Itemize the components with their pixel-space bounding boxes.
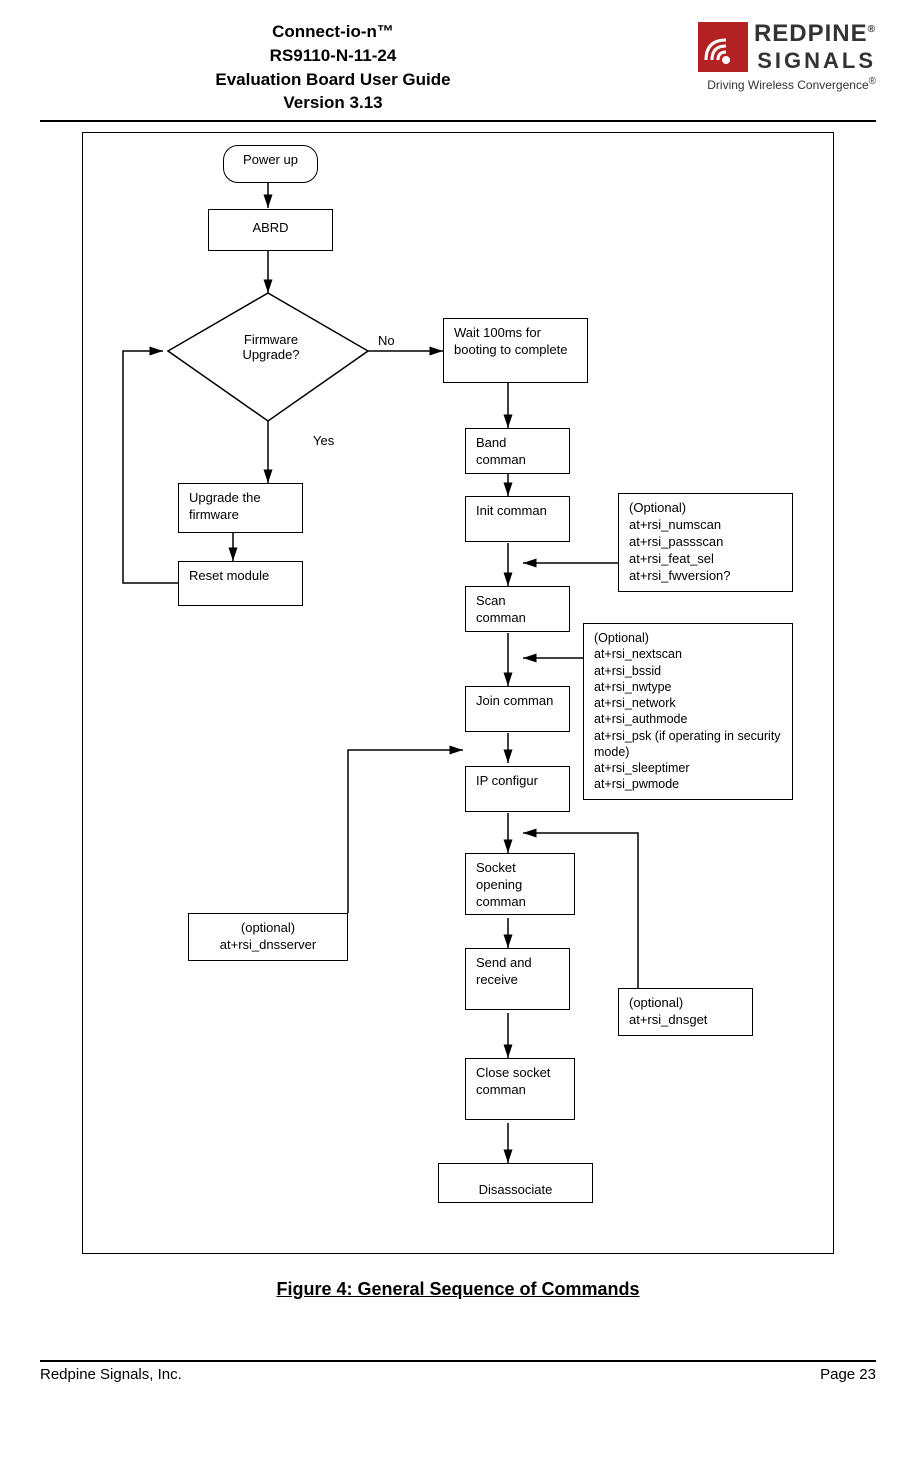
page-header: Connect-io-n™ RS9110-N-11-24 Evaluation … — [40, 20, 876, 122]
title-line4: Version 3.13 — [40, 91, 626, 115]
node-band-cmd: Band comman — [465, 428, 570, 474]
node-disassociate: Disassociate — [438, 1163, 593, 1203]
logo-text-main: REDPINE — [754, 20, 868, 47]
node-wait-boot: Wait 100ms for booting to complete — [443, 318, 588, 383]
node-abrd: ABRD — [208, 209, 333, 251]
node-power-up: Power up — [223, 145, 318, 183]
title-line1: Connect-io-n™ — [40, 20, 626, 44]
node-ip-config: IP configur — [465, 766, 570, 812]
redpine-logo-icon — [698, 22, 748, 72]
doc-title-block: Connect-io-n™ RS9110-N-11-24 Evaluation … — [40, 20, 626, 115]
footer-company: Redpine Signals, Inc. — [40, 1366, 182, 1383]
node-join-cmd: Join comman — [465, 686, 570, 732]
node-optional-dnsget: (optional) at+rsi_dnsget — [618, 988, 753, 1036]
node-scan-cmd: Scan comman — [465, 586, 570, 632]
logo-tagline: Driving Wireless Convergence — [707, 78, 868, 92]
node-init-cmd: Init comman — [465, 496, 570, 542]
node-socket-open: Socket opening comman — [465, 853, 575, 915]
node-send-recv: Send and receive — [465, 948, 570, 1010]
label-yes: Yes — [313, 433, 334, 448]
title-line3: Evaluation Board User Guide — [40, 68, 626, 92]
page-footer: Redpine Signals, Inc. Page 23 — [40, 1360, 876, 1383]
node-firmware-decision: Firmware Upgrade? — [231, 332, 311, 362]
logo-text-sub: SIGNALS — [757, 48, 876, 73]
node-optional-dnsserver: (optional) at+rsi_dnsserver — [188, 913, 348, 961]
label-no: No — [378, 333, 395, 348]
node-optional-commands-2: (Optional) at+rsi_nextscan at+rsi_bssid … — [583, 623, 793, 800]
node-reset-module: Reset module — [178, 561, 303, 606]
logo-block: REDPINE® SIGNALS Driving Wireless Conver… — [626, 20, 876, 92]
node-close-socket: Close socket comman — [465, 1058, 575, 1120]
footer-page-number: Page 23 — [820, 1366, 876, 1383]
title-line2: RS9110-N-11-24 — [40, 44, 626, 68]
figure-caption: Figure 4: General Sequence of Commands — [40, 1279, 876, 1300]
flowchart-diagram: Power up ABRD Firmware Upgrade? No Yes U… — [82, 132, 834, 1254]
node-upgrade-firmware: Upgrade the firmware — [178, 483, 303, 533]
node-optional-commands-1: (Optional) at+rsi_numscan at+rsi_passsca… — [618, 493, 793, 591]
